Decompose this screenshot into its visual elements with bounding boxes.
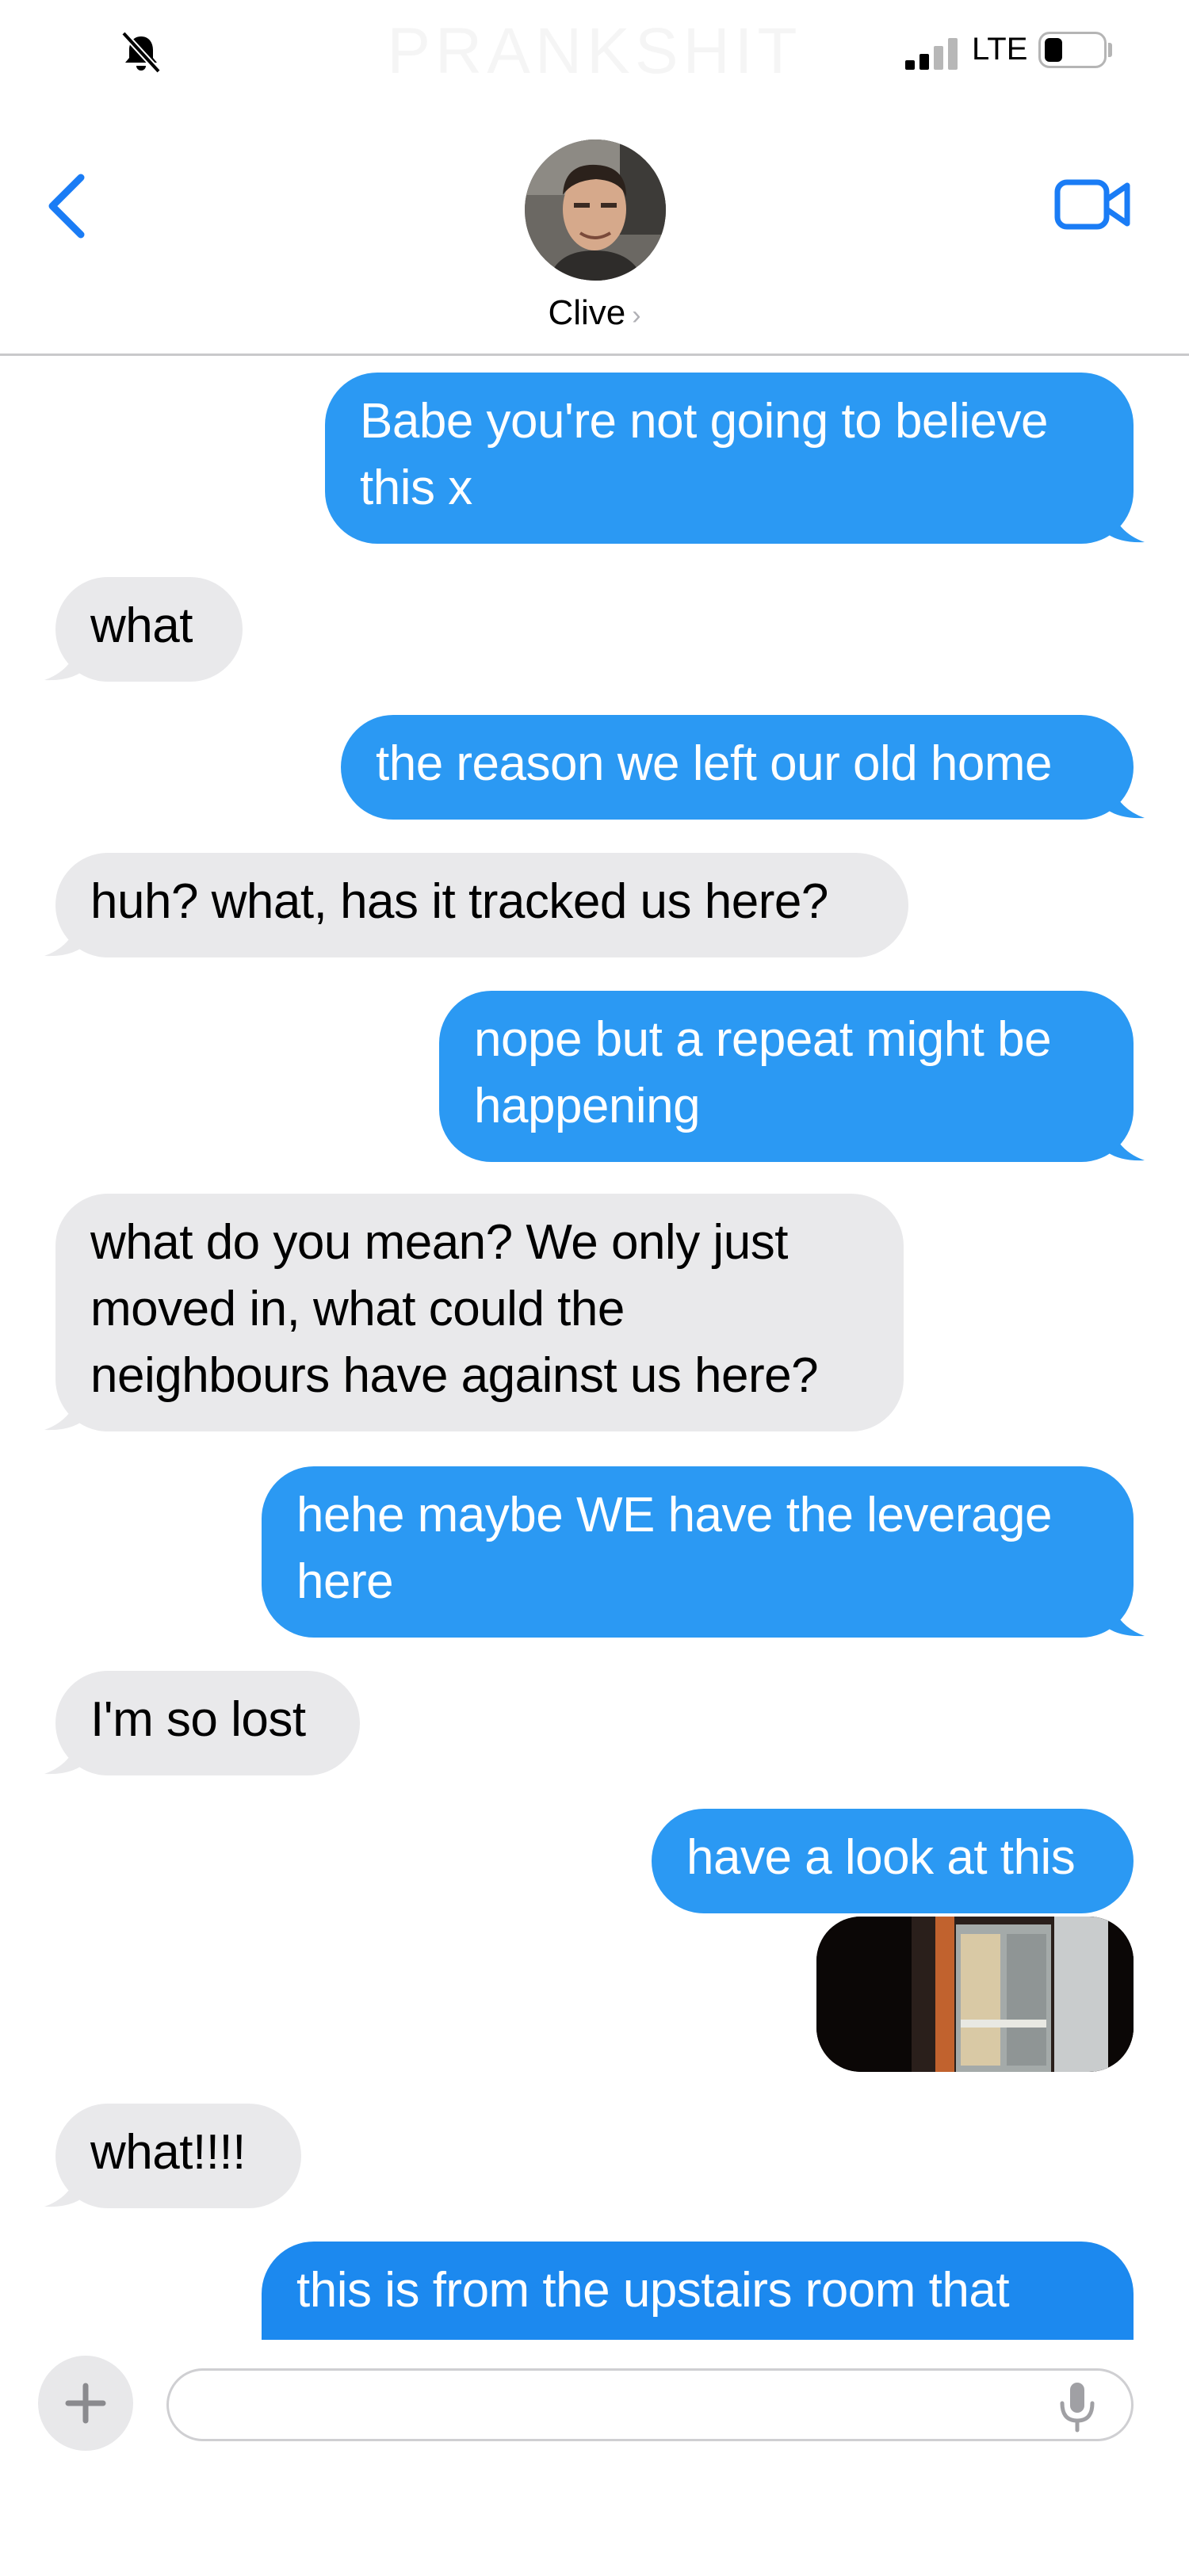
conversation-header: Clive › (0, 103, 1189, 356)
message-line: the reason we left our old home (376, 736, 1053, 791)
avatar-photo (525, 140, 666, 281)
compose-bar (0, 2340, 1189, 2576)
message-line: hehe maybe WE have the leverage (296, 1488, 1052, 1542)
photo-thumbnail (816, 1917, 1134, 2072)
plus-icon (65, 2383, 106, 2424)
message-line: neighbours have against us here? (90, 1348, 819, 1403)
back-chevron-icon[interactable] (40, 166, 95, 246)
message-bubble-received[interactable]: what do you mean? We only just moved in,… (55, 1194, 904, 1431)
bell-slash-icon (121, 31, 161, 74)
message-bubble-sent[interactable]: Babe you're not going to believe this x (325, 373, 1134, 544)
message-bubble-sent[interactable]: hehe maybe WE have the leverage here (262, 1466, 1134, 1638)
message-line: this x (360, 461, 472, 515)
message-line: what do you mean? We only just (90, 1215, 788, 1270)
photo-message[interactable] (816, 1917, 1134, 2072)
message-line: have a look at this (686, 1830, 1076, 1885)
message-line: here (296, 1554, 394, 1609)
message-bubble-received[interactable]: what!!!! (55, 2104, 301, 2208)
message-bubble-sent[interactable]: have a look at this (652, 1809, 1134, 1913)
video-camera-icon[interactable] (1053, 174, 1132, 235)
message-bubble-sent[interactable]: this is from the upstairs room that (262, 2242, 1134, 2340)
message-bubble-received[interactable]: I'm so lost (55, 1671, 360, 1775)
message-line: huh? what, has it tracked us here? (90, 874, 828, 929)
message-line: moved in, what could the (90, 1282, 625, 1336)
message-bubble-received[interactable]: what (55, 577, 243, 682)
message-line: this is from the upstairs room that (296, 2263, 1010, 2318)
contact-name-row[interactable]: Clive › (0, 293, 1189, 333)
battery-nub (1108, 43, 1112, 57)
message-line: I'm so lost (90, 1692, 306, 1747)
microphone-icon[interactable] (1056, 2381, 1099, 2433)
contact-details-chevron: › (632, 300, 641, 331)
message-clip: this is from the upstairs room that (0, 2242, 1189, 2340)
message-bubble-sent[interactable]: the reason we left our old home (341, 715, 1134, 820)
status-bar: LTE (0, 0, 1189, 103)
network-type: LTE (972, 32, 1028, 67)
message-bubble-received[interactable]: huh? what, has it tracked us here? (55, 853, 908, 957)
message-line: what!!!! (90, 2125, 246, 2180)
message-bubble-sent[interactable]: nope but a repeat might be happening (439, 991, 1134, 1162)
battery-icon (1038, 32, 1107, 68)
plus-button[interactable] (38, 2356, 133, 2451)
contact-avatar[interactable] (525, 140, 666, 281)
message-line: what (90, 598, 193, 653)
signal-bars-icon (905, 35, 961, 70)
message-line: Babe you're not going to believe (360, 394, 1048, 449)
message-line: happening (474, 1079, 701, 1133)
message-line: nope but a repeat might be (474, 1012, 1052, 1067)
contact-name: Clive (548, 293, 626, 332)
message-input[interactable] (166, 2368, 1134, 2441)
